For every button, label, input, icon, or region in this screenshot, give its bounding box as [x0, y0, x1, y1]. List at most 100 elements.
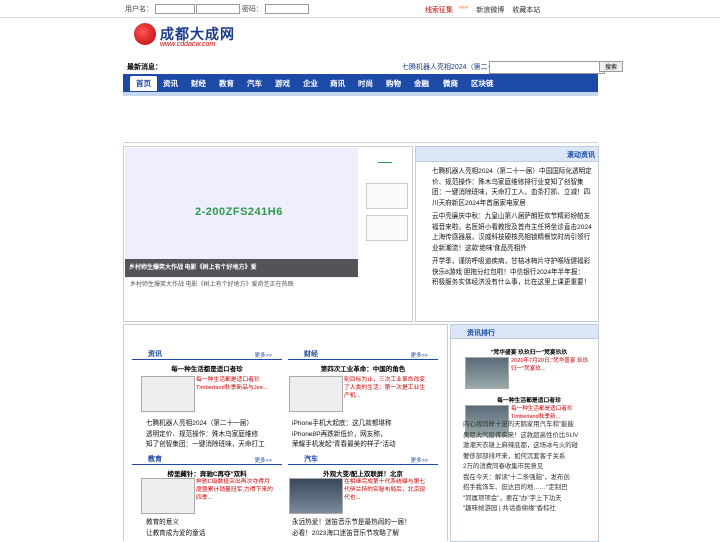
ranking-list: 内心找同样十足的天鹅家用汽车和"能能 奥尼大气层传实来！这款超高性价比SUV 激潮天…: [463, 420, 595, 515]
list-item[interactable]: 2万的消费同春收集市民意见: [463, 462, 595, 473]
nav-item[interactable]: 时尚: [358, 78, 373, 89]
section-header: 汽车 更多>>: [288, 454, 438, 465]
list-item[interactable]: iPhone8P再跌新低价，网友称，: [292, 430, 424, 441]
new-badge: NEW: [459, 5, 469, 10]
ranking-feature-text[interactable]: 2020年7月20日,"梵华盛宴 玖玖归一"梵宴玖...: [511, 357, 593, 373]
ranking-feature-thumbnail[interactable]: [465, 357, 509, 389]
list-item[interactable]: 招手我饰车、逛达目的地……"定制巴: [463, 483, 595, 494]
list-item[interactable]: "趣味帧游园 | 共话香绵缘"香棕社: [463, 504, 595, 515]
section-title[interactable]: 财经: [304, 349, 318, 359]
section-title[interactable]: 资讯: [148, 349, 162, 359]
slide-thumbnail[interactable]: [366, 215, 408, 241]
nav-item[interactable]: 首页: [130, 76, 157, 91]
weibo-link[interactable]: 新浪微博: [476, 7, 504, 14]
section-thumbnail[interactable]: [141, 478, 195, 514]
list-item[interactable]: 奢侈部部排坏来，如何沉套客子关系: [463, 452, 595, 463]
main-nav: 首页 资讯 财经 教育 汽车 游戏 企业 商讯 时尚 购物 金融 微商 区块链: [123, 74, 598, 96]
scroll-news-title: 滚动资讯: [567, 152, 595, 159]
password-label: 密码：: [241, 6, 263, 13]
nav-item[interactable]: 区块链: [471, 78, 494, 89]
ranking-feature-title[interactable]: 每一种生活都是适口者珍: [465, 395, 593, 404]
section-thumbnail[interactable]: [289, 478, 343, 514]
section-more-link[interactable]: 更多>>: [255, 351, 272, 359]
section-more-link[interactable]: 更多>>: [411, 351, 428, 359]
bookmark-link[interactable]: 收藏本站: [512, 7, 540, 14]
news-ranking-panel: 资讯排行 "梵华盛宴 玖玖归一"梵宴玖玖 2020年7月20日,"梵华盛宴 玖玖…: [450, 324, 599, 542]
section-header: 资讯 更多>>: [132, 349, 282, 360]
scroll-news-panel: 滚动资讯 七腾机器人亮相2024（第二十一届）中国国际化透明定价、规范操作：殊木…: [415, 146, 599, 322]
nav-item[interactable]: 资讯: [163, 78, 178, 89]
username-domain-select[interactable]: [195, 4, 240, 15]
list-item[interactable]: 知了创智集团：一键消除班味，天命打工: [146, 440, 278, 451]
scroll-news-paragraph[interactable]: 开学季，谨防呼吸道疾病，甘桔冰梅片守护喉咙健福彩快乐8游戏 胆拖分红包啦！中信银…: [432, 257, 592, 289]
scroll-news-paragraph[interactable]: 七腾机器人亮相2024（第二十一届）中国国际化透明定价、规范操作：殊木乌家庭维修…: [432, 167, 592, 209]
nav-item[interactable]: 财经: [191, 78, 206, 89]
section-thumbnail-text[interactable]: 在相继完成第十代系统曝与第七代伊兰特的实秘布局后，北京现代也...: [344, 478, 430, 502]
list-item[interactable]: "同属项项会"，要在"办"字上下功夫: [463, 494, 595, 505]
nav-item[interactable]: 企业: [303, 78, 318, 89]
latest-news-bar: 最新消息： 七腾机器人亮相2024（第二十 搜索: [127, 61, 623, 74]
scroll-news-body: 七腾机器人亮相2024（第二十一届）中国国际化透明定价、规范操作：殊木乌家庭维修…: [432, 167, 592, 292]
list-item[interactable]: 透明定价、规范操作：殊木乌家庭维修: [146, 430, 278, 441]
search-button[interactable]: 搜索: [599, 61, 623, 72]
section-thumbnail[interactable]: [141, 376, 195, 412]
top-bar: 用户名： 密码： 线索征集 NEW 新浪微博 收藏本站: [0, 0, 720, 18]
password-input[interactable]: [264, 4, 309, 15]
username-label: 用户名：: [125, 6, 153, 13]
ranking-feature: 每一种生活都是适口者珍 每一种生活都是适口者珍 Timberland秋季新...: [465, 395, 593, 437]
list-item[interactable]: 激潮天衣雄上麻辣底都，这场冰与火的碰: [463, 441, 595, 452]
login-form: 用户名： 密码：: [125, 4, 309, 15]
list-item[interactable]: 让教育成为爱的童话: [146, 529, 278, 540]
focus-slideshow: 2-200ZFS241H6 乡村师生爆笑大作战 电影《树上有个好地方》爱 乡村师…: [123, 146, 413, 322]
clue-collection-link[interactable]: 线索征集 NEW: [425, 5, 469, 14]
ranking-feature-text[interactable]: 每一种生活都是适口者珍 Timberland秋季新...: [511, 405, 593, 421]
ranking-feature-title[interactable]: "梵华盛宴 玖玖归一"梵宴玖玖: [465, 347, 593, 356]
section-thumbnail-text[interactable]: 别目标为止，三次工业革命改变了人类的生活：第一次是工业生产机...: [344, 376, 430, 400]
section-title[interactable]: 教育: [148, 454, 162, 464]
nav-item[interactable]: 微商: [443, 78, 458, 89]
section-list: 七腾机器人亮相2024（第二十一届） 透明定价、规范操作：殊木乌家庭维修 知了创…: [146, 419, 278, 451]
slide-thumbnail[interactable]: [366, 183, 408, 209]
logo-emblem-icon: [134, 23, 156, 45]
list-item[interactable]: 必看！2023海口迷笛音乐节攻略了解: [292, 529, 424, 540]
list-item[interactable]: 教育的意义: [146, 518, 278, 529]
section-headline[interactable]: 榜里藏针：奔驰C再夺"双料: [132, 468, 282, 478]
section-headline[interactable]: 外观大变/配上双联屏！北京: [288, 468, 438, 478]
slide-description[interactable]: 乡村师生爆笑大作战 电影《树上有个好地方》爱奇艺正在热映: [130, 279, 294, 288]
ranking-title: 资讯排行: [467, 330, 495, 337]
nav-item[interactable]: 游戏: [275, 78, 290, 89]
site-logo[interactable]: 成都大成网 www.cddacw.com: [134, 21, 254, 53]
slide-caption[interactable]: 乡村师生爆笑大作战 电影《树上有个好地方》爱: [125, 259, 358, 277]
section-thumbnail-text[interactable]: 每一种生活都是适口者珍 Timberland秋季新品与Jee...: [196, 376, 274, 392]
list-item[interactable]: iPhone手机大起底：这几款都堪称: [292, 419, 424, 430]
nav-item[interactable]: 教育: [219, 78, 234, 89]
nav-item[interactable]: 金融: [414, 78, 429, 89]
section-header: 财经 更多>>: [288, 349, 438, 360]
list-item[interactable]: 奥尼大气层传实来！这款超高性价比SUV: [463, 431, 595, 442]
section-thumbnail-text[interactable]: 奔驰C级数投突出再次夺得月度暨累计销量冠军,力得下来的四季...: [196, 478, 274, 502]
list-item[interactable]: 我在今天：解读"十二条强脑"，发布创: [463, 473, 595, 484]
section-headline[interactable]: 每一种生活都是适口者珍: [132, 363, 282, 373]
ranking-header: 资讯排行: [451, 325, 598, 339]
section-thumbnail[interactable]: [289, 376, 343, 412]
section-title[interactable]: 汽车: [304, 454, 318, 464]
nav-item[interactable]: 商讯: [330, 78, 345, 89]
list-item[interactable]: 永远热爱！迷笛音乐节是最热闹的一届！: [292, 518, 424, 529]
ranking-feature: "梵华盛宴 玖玖归一"梵宴玖玖 2020年7月20日,"梵华盛宴 玖玖归一"梵宴…: [465, 347, 593, 389]
logo-url: www.cddacw.com: [160, 41, 216, 48]
news-ticker[interactable]: 七腾机器人亮相2024（第二十: [402, 62, 490, 72]
nav-item[interactable]: 汽车: [247, 78, 262, 89]
nav-item[interactable]: 购物: [386, 78, 401, 89]
section-list: iPhone手机大起底：这几款都堪称 iPhone8P再跌新低价，网友称， 荣耀…: [292, 419, 424, 451]
top-links: 线索征集 NEW 新浪微博 收藏本站: [425, 5, 546, 15]
list-item[interactable]: 荣耀手机发起"青春最美的样子"活动: [292, 440, 424, 451]
search-input[interactable]: [489, 61, 605, 74]
section-more-link[interactable]: 更多>>: [255, 456, 272, 464]
list-item[interactable]: 七腾机器人亮相2024（第二十一届）: [146, 419, 278, 430]
username-input[interactable]: [154, 4, 195, 15]
section-list: 教育的意义 让教育成为爱的童话: [146, 518, 278, 539]
scroll-news-paragraph[interactable]: 云中亮廉庆中秋：九皇山第八届萨朗狂欢节精彩纷帕友福音来啦，名医妍小看教授及首舟主…: [432, 212, 592, 254]
section-more-link[interactable]: 更多>>: [411, 456, 428, 464]
section-headline[interactable]: 第四次工业革命：中国的角色: [288, 363, 438, 373]
list-item[interactable]: 内心找同样十足的天鹅家用汽车和"能能: [463, 420, 595, 431]
